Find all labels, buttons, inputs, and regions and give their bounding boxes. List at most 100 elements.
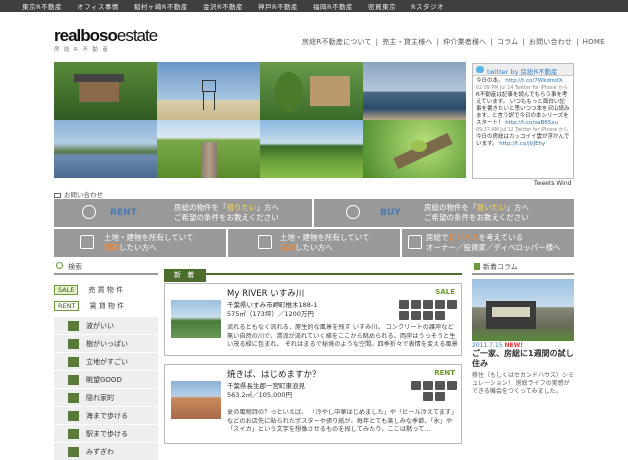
sell-line2-highlight: 売却 [280,243,295,252]
house-search-icon [346,205,360,219]
photo-grid [54,62,466,178]
feature-icon [435,311,445,320]
station-walk-icon [68,428,79,439]
search-sidebar: 検索 SALE 売 買 物 件 RENT 賃 貸 物 件 波がいい 樹がいっぱい 立… [54,262,158,460]
logo-main-suffix: estate [116,26,158,45]
headnav-sep: | [490,38,493,46]
headnav-column[interactable]: コラム [497,38,518,46]
topnav-fukuoka[interactable]: 福岡R不動産 [313,1,353,11]
listing-title[interactable]: My RIVER いすみ川 [227,287,304,299]
headnav-agents[interactable]: 仲介業者様へ [443,38,486,46]
topnav-kobe[interactable]: 神戸R不動産 [258,1,298,11]
column-description: 移住（もしくはセカンドハウス）シミュレーション！ 房総ライフの実感ができる機会を… [472,372,575,395]
listing-card[interactable]: 焼きぱ、はじめますか？ RENT 千葉県長生郡一宮町東浪見 563.2㎡／105… [164,364,462,444]
column-image[interactable] [472,279,574,341]
tweet: R不動産は記事を読んでもらう事を考えています。 いつももっと面白い記事を書きたい… [476,92,570,127]
headnav-contact[interactable]: お問い合わせ [529,38,572,46]
category-good-waves[interactable]: 波がいい [54,317,158,334]
rent-banner[interactable]: RENT 房総の物件を「借りたい」方へ ご希望の条件をお教えください [54,199,312,227]
buy-banner-text: 房総の物件を「買いたい」方へ ご希望の条件をお教えください [424,203,572,223]
biz-line1-pre: 房総で [426,233,449,242]
feature-icon [411,311,421,320]
photo-bay-view[interactable] [54,120,157,178]
twitter-feed: 今日の本。 http://t.co/7WkdmdX 02:09 PM Jul 1… [473,76,573,150]
build-banner-text: 土地・建物を所有していて 建築したい方へ [104,233,226,253]
twitter-footer[interactable]: Tweets Wind [534,180,571,187]
sell-line1: 土地・建物を所有していて [280,233,370,242]
search-heading: 検索 [54,262,158,275]
twitter-header[interactable]: twitter by 房総R不動産 [473,64,573,76]
sell-banner-text: 土地・建物を所有していて 売却したい方へ [280,233,400,253]
feature-icon [411,300,421,309]
new-listings-heading: 新 着 [164,262,462,282]
headnav-home[interactable]: HOME [583,38,605,46]
listing-description: 夏の風物詩の？っといえば、 「冷やし中華はじめました」や「ビール冷えてます」など… [227,409,458,433]
category-waterside[interactable]: みずぎわ [54,443,158,460]
listing-tag-rent: RENT [434,369,455,377]
headnav-sep: | [576,38,579,46]
sea-walk-icon [68,410,79,421]
topnav-kanazawa[interactable]: 金沢R不動産 [203,1,243,11]
photo-garden-house[interactable] [260,62,363,120]
photo-frog-branch[interactable] [363,120,466,178]
rent-filter[interactable]: RENT 賃 貸 物 件 [54,299,158,313]
rent-line1-highlight: 借りたい [226,203,257,212]
category-great-location[interactable]: 立地がすごい [54,353,158,370]
category-label: 駅まで歩ける [86,429,128,438]
listing-title[interactable]: 焼きぱ、はじめますか？ [227,368,321,380]
category-label: 眺望GOOD [86,375,122,384]
category-label: 隠れ家的 [86,393,114,402]
listing-price: 563.2㎡／105,000円 [227,391,292,399]
tweet-link[interactable]: http://t.co/saB65xu [505,120,558,126]
feature-icon [411,381,421,390]
topnav-tokyo[interactable]: 東京R不動産 [22,1,62,11]
photo-sea-horizon[interactable] [363,62,466,120]
column-headline[interactable]: ご一家、房総に1週間の試し住み [472,349,574,369]
buy-line1-post: 」方へ [506,203,530,212]
biz-line2: オーナー／投資家／ディベロッパー様へ [426,243,561,252]
tweet-link[interactable]: http://t.co/jVJEhy [499,141,545,147]
feature-icon [435,381,445,390]
photo-rice-field[interactable] [260,120,363,178]
rent-line1-pre: 房総の物件を「 [174,203,227,212]
new-badge: NEW! [504,342,523,349]
photo-lifeguard-tower[interactable] [157,62,260,120]
view-icon [68,374,79,385]
listing-card[interactable]: My RIVER いすみ川 SALE 千葉県いすみ市岬町椎木188-1 575㎡… [164,283,462,356]
tweet-link[interactable]: http://t.co/7WkdmdX [505,78,562,84]
biz-line1-highlight: ビジネス [448,233,479,242]
tweet: 今日の房総はカッコイイ雲が浮かんでいます。 http://t.co/jVJEhy [476,134,570,148]
sell-banner[interactable]: 土地・建物を所有していて 売却したい方へ [228,229,400,257]
topnav-mitsubai[interactable]: 密買東京 [368,1,396,11]
listing-thumbnail[interactable] [171,300,221,338]
headnav-owners[interactable]: 売主・貸主様へ [382,38,432,46]
build-line1: 土地・建物を所有していて [104,233,194,242]
business-banner[interactable]: 房総でビジネスを考えている オーナー／投資家／ディベロッパー様へ [402,229,574,257]
topnav-rstudio[interactable]: Rスタジオ [411,1,444,11]
magnifier-icon [56,262,63,269]
category-many-trees[interactable]: 樹がいっぱい [54,335,158,352]
feature-icon [447,381,457,390]
listing-tag-sale: SALE [435,288,455,296]
tweet-text: 今日の本。 [476,78,504,84]
inquiry-label: お問い合わせ [54,189,103,199]
category-walk-to-sea[interactable]: 海まで歩ける [54,407,158,424]
category-label: 海まで歩ける [86,411,128,420]
topnav-office[interactable]: オフィス事情 [77,1,119,11]
buy-banner[interactable]: BUY 房総の物件を「買いたい」方へ ご希望の条件をお教えください [314,199,574,227]
photo-railway[interactable] [157,120,260,178]
house-search-icon [82,205,96,219]
feature-icon [399,311,409,320]
listing-thumbnail[interactable] [171,381,221,419]
site-logo[interactable]: realbosoestate 房総R不動産 [54,26,158,53]
sale-filter[interactable]: SALE 売 買 物 件 [54,283,158,297]
category-good-view[interactable]: 眺望GOOD [54,371,158,388]
category-hideaway[interactable]: 隠れ家的 [54,389,158,406]
build-banner[interactable]: 土地・建物を所有していて 建築したい方へ [54,229,226,257]
topnav-inamuragasaki[interactable]: 稲村ヶ崎R不動産 [134,1,188,11]
feature-icon [435,300,445,309]
photo-cabin-forest[interactable] [54,62,157,120]
headnav-about[interactable]: 房総R不動産について [302,38,372,46]
category-walk-to-station[interactable]: 駅まで歩ける [54,425,158,442]
rent-banner-label: RENT [110,208,137,218]
